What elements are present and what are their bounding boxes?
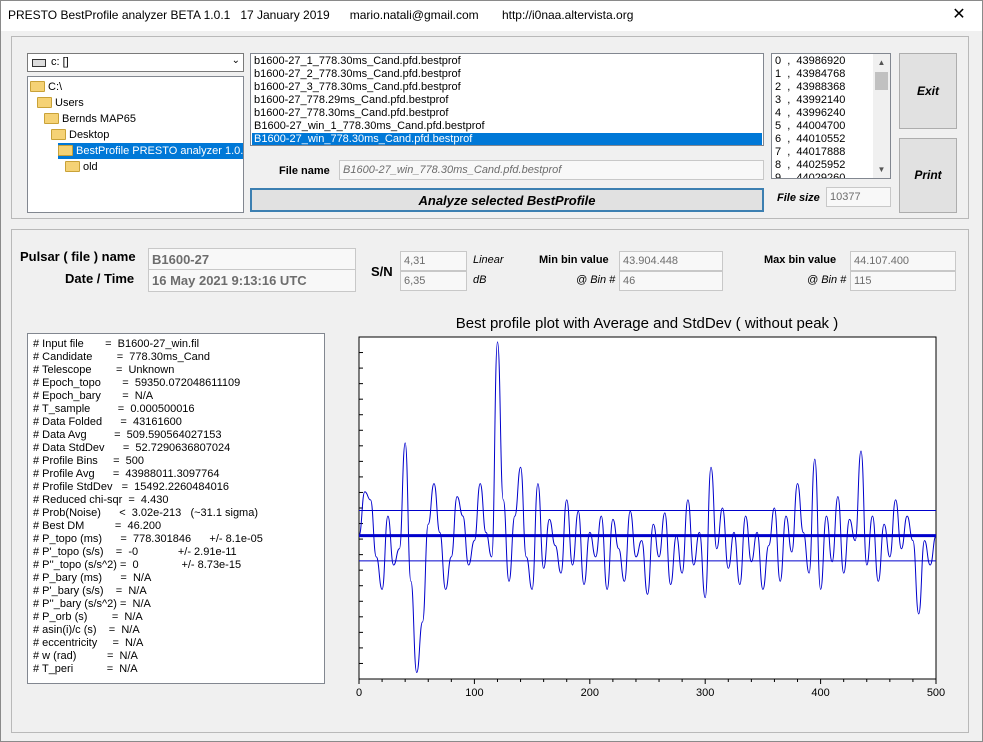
x-tick-label: 100: [465, 687, 483, 699]
x-tick-label: 500: [927, 687, 945, 699]
x-tick-label: 400: [811, 687, 829, 699]
x-tick-label: 300: [696, 687, 714, 699]
app-window: PRESTO BestProfile analyzer BETA 1.0.1 1…: [0, 0, 983, 742]
plot-area: [358, 336, 937, 680]
profile-chart: 0 100 200 300 400 500: [356, 336, 945, 699]
x-tick-label: 0: [356, 687, 362, 699]
x-tick-label: 200: [581, 687, 599, 699]
